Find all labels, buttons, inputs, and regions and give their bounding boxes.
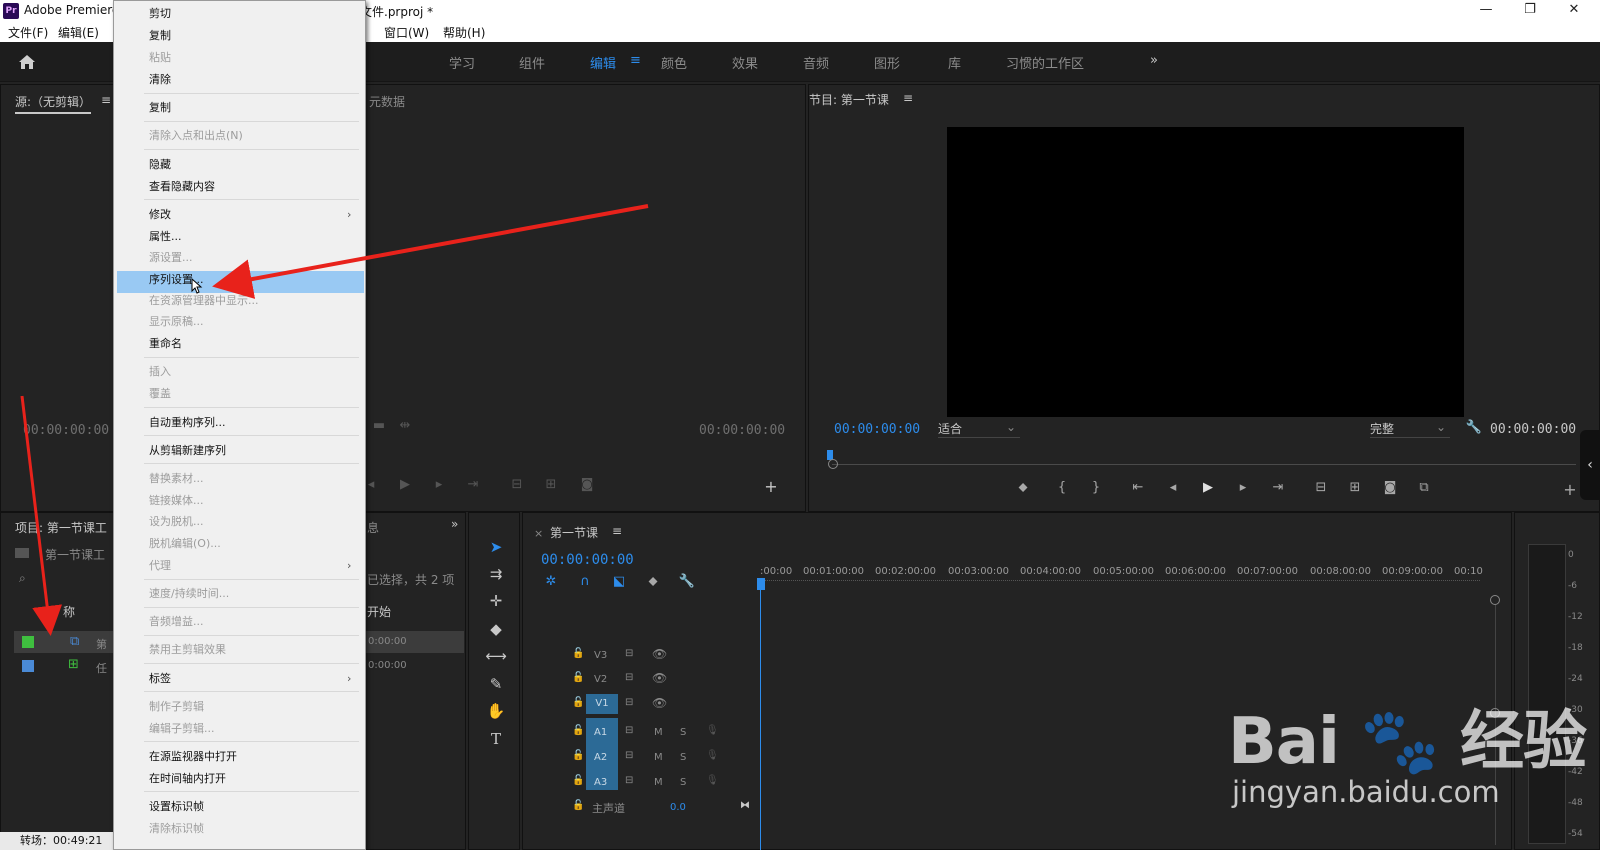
mouse-cursor-icon bbox=[191, 278, 203, 294]
red-arrow-to-sequence-settings bbox=[212, 204, 649, 299]
annotation-arrows bbox=[20, 204, 649, 636]
red-arrow-to-sequence-item bbox=[20, 395, 63, 636]
